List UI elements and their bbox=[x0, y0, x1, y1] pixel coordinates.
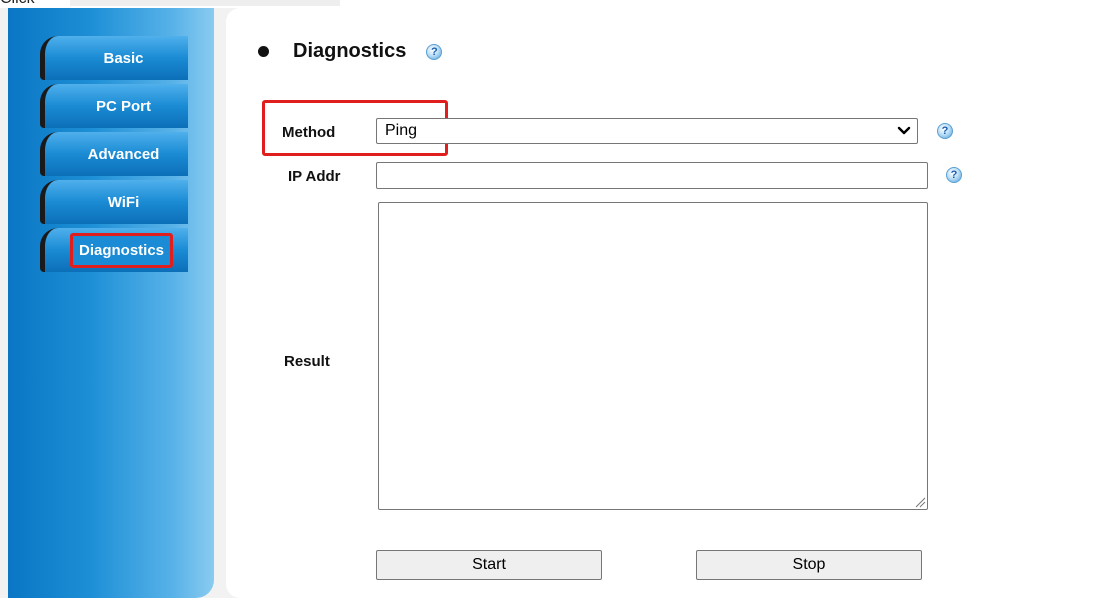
method-help-icon[interactable]: ? bbox=[937, 123, 953, 139]
ip-addr-input[interactable] bbox=[376, 162, 928, 189]
bullet-icon bbox=[258, 46, 269, 57]
ip-addr-label: IP Addr bbox=[288, 168, 341, 185]
result-textarea[interactable] bbox=[378, 202, 928, 510]
sidebar-item-advanced[interactable]: Advanced bbox=[40, 132, 188, 176]
resize-grip-icon[interactable] bbox=[914, 496, 926, 508]
method-label: Method bbox=[282, 124, 336, 141]
sidebar-item-label: Basic bbox=[103, 49, 144, 67]
sidebar-item-wifi[interactable]: WiFi bbox=[40, 180, 188, 224]
sidebar-item-label: Advanced bbox=[87, 145, 160, 163]
start-button[interactable]: Start bbox=[376, 550, 602, 580]
sidebar-item-label: Diagnostics bbox=[69, 232, 174, 268]
top-divider bbox=[70, 0, 340, 6]
result-label: Result bbox=[284, 353, 330, 370]
top-strip: Click bbox=[0, 0, 1104, 8]
clipped-instruction-text: Click bbox=[0, 0, 35, 8]
sidebar-item-basic[interactable]: Basic bbox=[40, 36, 188, 80]
ip-addr-help-icon[interactable]: ? bbox=[946, 167, 962, 183]
section-header: Diagnostics ? bbox=[258, 40, 443, 63]
sidebar-item-label: PC Port bbox=[95, 97, 151, 115]
method-select[interactable]: Ping bbox=[376, 118, 918, 144]
page-title: Diagnostics bbox=[293, 40, 407, 62]
help-icon[interactable]: ? bbox=[426, 43, 443, 60]
stop-button[interactable]: Stop bbox=[696, 550, 922, 580]
sidebar-item-label: WiFi bbox=[107, 193, 140, 211]
sidebar: Basic PC Port Advanced WiFi Diagnostics bbox=[8, 8, 214, 598]
method-selected-value: Ping bbox=[385, 122, 418, 139]
chevron-down-icon bbox=[897, 126, 911, 135]
sidebar-item-pc-port[interactable]: PC Port bbox=[40, 84, 188, 128]
sidebar-item-diagnostics[interactable]: Diagnostics bbox=[40, 228, 188, 272]
